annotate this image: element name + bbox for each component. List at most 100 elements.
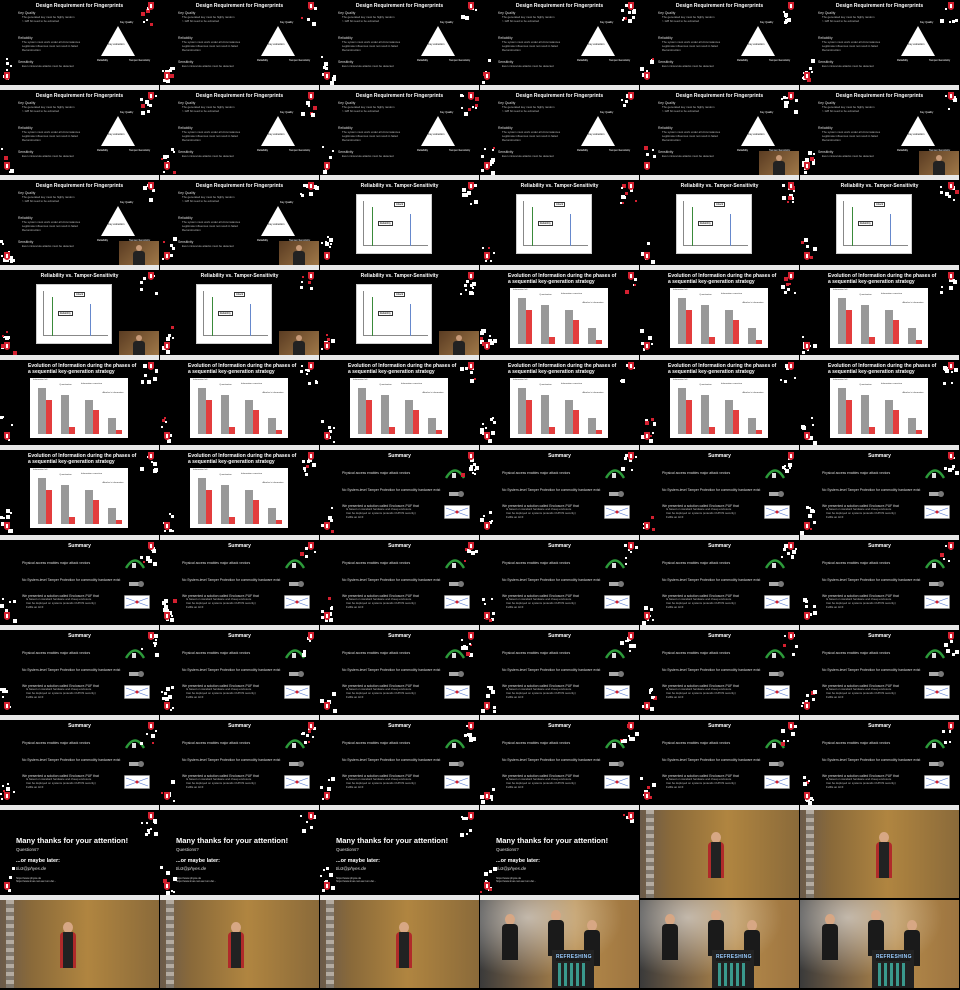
reliability-slide-thumbnail[interactable]: Reliability vs. Tamper-Sensitivity Attac… [320,270,479,360]
summary-slide-thumbnail[interactable]: Summary Physical access enables major at… [480,630,639,720]
fingerprint-slide-thumbnail[interactable]: Design Requirement for Fingerprints Key … [0,180,159,270]
reliability-slide-thumbnail[interactable]: Reliability vs. Tamper-Sensitivity Attac… [0,270,159,360]
decorative-pixel [474,200,478,204]
fingerprint-slide-thumbnail[interactable]: Design Requirement for Fingerprints Key … [160,0,319,90]
evolution-slide-thumbnail[interactable]: Evolution of Information during the phas… [0,450,159,540]
fingerprint-slide-thumbnail[interactable]: Design Requirement for Fingerprints Key … [320,0,479,90]
evolution-slide-thumbnail[interactable]: Evolution of Information during the phas… [800,270,959,360]
fingerprint-slide-thumbnail[interactable]: Design Requirement for Fingerprints Key … [160,180,319,270]
attack-callout: Attack [554,201,566,207]
summary-slide-thumbnail[interactable]: Summary Physical access enables major at… [640,720,799,810]
stage-photo-single-speaker[interactable] [640,810,799,898]
fingerprint-slide-thumbnail[interactable]: Design Requirement for Fingerprints Key … [480,0,639,90]
summary-slide-thumbnail[interactable]: Summary Physical access enables major at… [0,720,159,810]
stage-photo-three-speakers[interactable]: REFRESHING [480,900,639,988]
decorative-pixel [312,22,316,26]
summary-slide-thumbnail[interactable]: Summary Physical access enables major at… [320,540,479,630]
evolution-slide-thumbnail[interactable]: Evolution of Information during the phas… [320,360,479,450]
summary-slide-thumbnail[interactable]: Summary Physical access enables major at… [800,720,959,810]
attack-callout: Attack [394,291,406,297]
decorative-pixel [469,738,473,742]
fingerprint-slide-thumbnail[interactable]: Design Requirement for Fingerprints Key … [320,90,479,180]
slide-footer [160,445,319,448]
summary-slide-thumbnail[interactable]: Summary Physical access enables major at… [0,540,159,630]
summary-slide-thumbnail[interactable]: Summary Physical access enables major at… [800,450,959,540]
annotation: Information correction [880,292,903,295]
evolution-slide-thumbnail[interactable]: Evolution of Information during the phas… [160,450,319,540]
fingerprint-slide-thumbnail[interactable]: Design Requirement for Fingerprints Key … [800,90,959,180]
slide-footer [0,445,159,448]
fingerprint-slide-thumbnail[interactable]: Design Requirement for Fingerprints Key … [480,90,639,180]
summary-slide-thumbnail[interactable]: Summary Physical access enables major at… [320,720,479,810]
sub-bullet: Reconstruction [22,138,41,142]
thanks-slide-thumbnail[interactable]: Many thanks for your attention! Question… [320,810,479,900]
summary-slide-thumbnail[interactable]: Summary Physical access enables major at… [0,630,159,720]
annotation: Attacker's information [262,392,284,395]
university-logo-icon [643,612,651,622]
bar-chart: Information left Quantization Informatio… [350,378,448,438]
evolution-slide-thumbnail[interactable]: Evolution of Information during the phas… [800,360,959,450]
summary-slide-thumbnail[interactable]: Summary Physical access enables major at… [160,720,319,810]
fingerprint-slide-thumbnail[interactable]: Design Requirement for Fingerprints Key … [640,0,799,90]
sub-bullet: Even minuscule attacks must be detected [502,64,554,68]
evolution-slide-thumbnail[interactable]: Evolution of Information during the phas… [640,360,799,450]
thanks-slide-thumbnail[interactable]: Many thanks for your attention! Question… [0,810,159,900]
reliability-slide-thumbnail[interactable]: Reliability vs. Tamper-Sensitivity Attac… [320,180,479,270]
summary-slide-thumbnail[interactable]: Summary Physical access enables major at… [640,540,799,630]
summary-slide-thumbnail[interactable]: Summary Physical access enables major at… [320,630,479,720]
summary-slide-thumbnail[interactable]: Summary Physical access enables major at… [480,540,639,630]
reliability-slide-thumbnail[interactable]: Reliability vs. Tamper-Sensitivity Attac… [640,180,799,270]
fingerprint-slide-thumbnail[interactable]: Design Requirement for Fingerprints Key … [0,90,159,180]
fingerprint-slide-thumbnail[interactable]: Design Requirement for Fingerprints Key … [160,90,319,180]
screw-icon [128,666,144,684]
annotation: Attacker's information [742,302,764,305]
summary-slide-thumbnail[interactable]: Summary Physical access enables major at… [480,450,639,540]
stage-photo-three-speakers[interactable]: REFRESHING [800,900,959,988]
reliability-slide-thumbnail[interactable]: Reliability vs. Tamper-Sensitivity Attac… [800,180,959,270]
fingerprint-slide-thumbnail[interactable]: Design Requirement for Fingerprints Key … [640,90,799,180]
decorative-pixel [141,111,145,115]
sub-bullet: Even minuscule attacks must be detected [182,64,234,68]
decorative-pixel [490,418,493,421]
summary-bullet-2: No System-level Tamper Protection for co… [822,488,921,492]
decorative-pixel [473,463,476,466]
decorative-pixel [783,287,785,289]
summary-slide-thumbnail[interactable]: Summary Physical access enables major at… [160,540,319,630]
reliability-slide-thumbnail[interactable]: Reliability vs. Tamper-Sensitivity Attac… [160,270,319,360]
enclosure-diagram-icon [924,595,950,614]
stage-photo-single-speaker[interactable] [320,900,479,988]
stage-photo-three-speakers[interactable]: REFRESHING [640,900,799,988]
fingerprint-slide-thumbnail[interactable]: Design Requirement for Fingerprints Key … [800,0,959,90]
summary-slide-thumbnail[interactable]: Summary Physical access enables major at… [800,630,959,720]
decorative-pixel [783,548,786,551]
reliability-callout: Reliability [857,221,873,227]
stage-photo-single-speaker[interactable] [800,810,959,898]
stage-photo-single-speaker[interactable] [0,900,159,988]
fingerprint-slide-thumbnail[interactable]: Design Requirement for Fingerprints Key … [0,0,159,90]
reference-links: https://www.phywe.de https://www.imes.ne… [336,877,376,884]
evolution-slide-thumbnail[interactable]: Evolution of Information during the phas… [640,270,799,360]
decorative-pixel [305,473,308,476]
evolution-slide-thumbnail[interactable]: Evolution of Information during the phas… [480,270,639,360]
podium-screen: REFRESHING [716,953,752,961]
decorative-pixel [327,236,329,238]
sub-bullet: Fulfils an ACF [826,605,844,609]
evolution-slide-thumbnail[interactable]: Evolution of Information during the phas… [480,360,639,450]
slide-footer [480,715,639,718]
decorative-pixel [948,468,952,472]
summary-slide-thumbnail[interactable]: Summary Physical access enables major at… [480,720,639,810]
thanks-slide-thumbnail[interactable]: Many thanks for your attention! Question… [160,810,319,900]
summary-slide-thumbnail[interactable]: Summary Physical access enables major at… [640,630,799,720]
evolution-slide-thumbnail[interactable]: Evolution of Information during the phas… [160,360,319,450]
evolution-slide-thumbnail[interactable]: Evolution of Information during the phas… [0,360,159,450]
summary-slide-thumbnail[interactable]: Summary Physical access enables major at… [640,450,799,540]
summary-slide-thumbnail[interactable]: Summary Physical access enables major at… [800,540,959,630]
triangle-top-label: Key Quality [120,201,134,204]
thanks-slide-thumbnail[interactable]: Many thanks for your attention! Question… [480,810,639,900]
stage-photo-single-speaker[interactable] [160,900,319,988]
decorative-pixel [141,12,145,16]
annotation: Attacker's information [902,392,924,395]
summary-slide-thumbnail[interactable]: Summary Physical access enables major at… [160,630,319,720]
summary-slide-thumbnail[interactable]: Summary Physical access enables major at… [320,450,479,540]
reliability-slide-thumbnail[interactable]: Reliability vs. Tamper-Sensitivity Attac… [480,180,639,270]
